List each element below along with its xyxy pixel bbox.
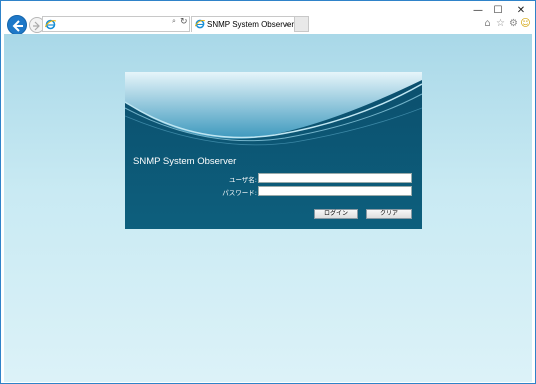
search-icon[interactable]: ⌕ (172, 17, 176, 26)
ie-logo-icon (45, 19, 56, 30)
tab-title: SNMP System Observer (207, 20, 294, 29)
clear-button[interactable]: クリア (366, 209, 412, 219)
browser-toolbar: — ☐ ✕ ⌕ ↻ SNMP System Observer × ⌂ ☆ ⚙ ☺ (1, 1, 535, 35)
ie-logo-icon (195, 19, 205, 29)
password-field[interactable] (258, 186, 412, 196)
page-content: SNMP System Observer ユーザ名: パスワード: ログイン ク… (4, 34, 532, 382)
panel-background-art (125, 72, 422, 229)
browser-window: — ☐ ✕ ⌕ ↻ SNMP System Observer × ⌂ ☆ ⚙ ☺… (0, 0, 536, 384)
home-icon[interactable]: ⌂ (482, 18, 493, 29)
window-close-button[interactable]: ✕ (514, 5, 528, 17)
gear-icon[interactable]: ⚙ (508, 18, 519, 29)
back-button[interactable] (7, 15, 27, 35)
new-tab-button[interactable] (295, 16, 309, 32)
login-panel: SNMP System Observer ユーザ名: パスワード: ログイン ク… (125, 72, 422, 229)
address-bar[interactable]: ⌕ ↻ (42, 16, 190, 32)
back-arrow-icon (12, 20, 23, 32)
login-title: SNMP System Observer (133, 156, 237, 167)
star-icon[interactable]: ☆ (495, 18, 506, 29)
close-icon[interactable]: × (285, 17, 290, 32)
maximize-button[interactable]: ☐ (491, 5, 505, 17)
refresh-icon[interactable]: ↻ (180, 17, 188, 27)
smiley-icon[interactable]: ☺ (520, 18, 531, 29)
username-field[interactable] (258, 173, 412, 183)
tab-snmp-system-observer[interactable]: SNMP System Observer × (191, 16, 295, 32)
password-label: パスワード: (222, 189, 257, 197)
minimize-button[interactable]: — (471, 5, 485, 17)
login-button[interactable]: ログイン (314, 209, 358, 219)
username-label: ユーザ名: (228, 176, 257, 184)
